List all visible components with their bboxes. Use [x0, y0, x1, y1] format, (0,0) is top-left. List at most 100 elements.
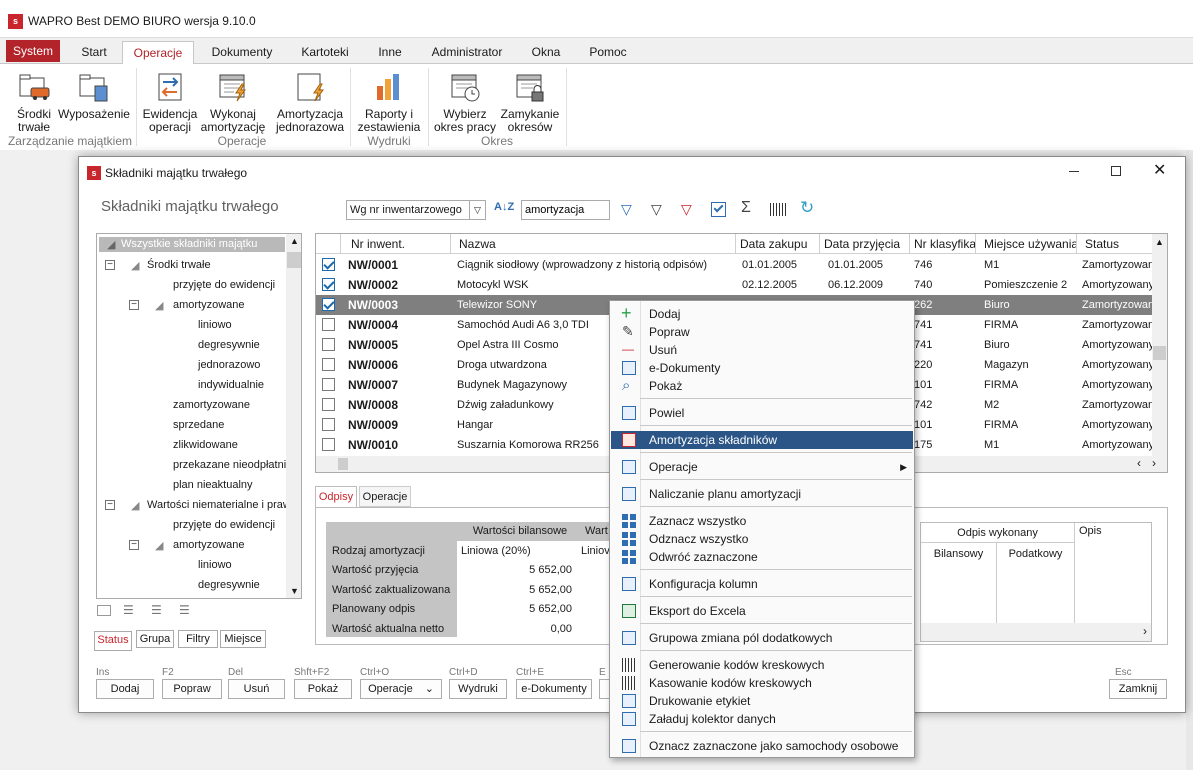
zamknij-button[interactable]: Zamknij [1109, 679, 1167, 699]
usun-button[interactable]: Usuń [228, 679, 285, 699]
tree-expand-icon[interactable]: ☰ [123, 603, 134, 617]
filter-clear-icon[interactable]: ▽ [681, 201, 692, 218]
menu-item-plus[interactable]: + Dodaj [611, 304, 913, 323]
sort-select[interactable]: Wg nr inwentarzowego ▽ [346, 200, 486, 220]
check-all-icon[interactable] [711, 202, 726, 217]
menu-item-list[interactable]: Operacje ▶ [611, 458, 913, 476]
tab-kartoteki[interactable]: Kartoteki [290, 41, 360, 63]
menu-item-plan[interactable]: Naliczanie planu amortyzacji [611, 485, 913, 503]
scroll-up-icon[interactable]: ▲ [1155, 237, 1164, 247]
menu-item-magnifier[interactable]: ⌕ Pokaż [611, 377, 913, 395]
tab-operacje[interactable]: Operacje [122, 41, 194, 66]
tree-root-expander[interactable]: ◢ [107, 238, 115, 251]
header-data-przyjecia[interactable]: Data przyjęcia [820, 234, 910, 254]
row-checkbox[interactable] [322, 358, 335, 371]
tree-item[interactable]: degresywnie [198, 339, 260, 351]
tree-item[interactable]: sprzedane [173, 419, 224, 431]
menu-item-document[interactable]: e-Dokumenty [611, 359, 913, 377]
menu-item-group-edit[interactable]: Grupowa zmiana pól dodatkowych [611, 629, 913, 647]
search-input[interactable] [521, 200, 610, 220]
tree-item[interactable]: Środki trwałe [147, 259, 211, 271]
menu-item-calculator[interactable]: Amortyzacja składników [611, 431, 913, 449]
menu-item-pencil[interactable]: ✎ Popraw [611, 323, 913, 341]
folder-icon[interactable] [97, 605, 111, 616]
barcode-icon[interactable] [770, 203, 788, 216]
pokaz-button[interactable]: Pokaż [294, 679, 352, 699]
tree-item[interactable]: liniowo [198, 319, 232, 331]
popraw-button[interactable]: Popraw [162, 679, 222, 699]
tree-item-root[interactable]: Wszystkie składniki majątku [121, 238, 257, 250]
menu-item-excel[interactable]: Eksport do Excela [611, 602, 913, 620]
filter-icon[interactable]: ▽ [651, 201, 662, 218]
menu-item-collector[interactable]: Załaduj kolektor danych [611, 710, 913, 728]
srodki-trwale-button[interactable]: Środki trwałe [10, 70, 58, 134]
tree-item[interactable]: indywidualnie [198, 379, 264, 391]
tab-filtry[interactable]: Filtry [178, 630, 218, 648]
row-checkbox[interactable] [322, 318, 335, 331]
tree-item[interactable]: amortyzowane [173, 539, 245, 551]
tab-miejsce[interactable]: Miejsce [220, 630, 266, 648]
tab-odpisy[interactable]: Odpisy [315, 486, 357, 508]
e-dokumenty-button[interactable]: e-Dokumenty [516, 679, 592, 699]
row-checkbox[interactable] [322, 438, 335, 451]
tree-item[interactable]: zamortyzowane [173, 399, 250, 411]
tab-pomoc[interactable]: Pomoc [580, 41, 636, 63]
minimize-icon[interactable] [1069, 171, 1079, 172]
header-nr-klasyfikacji[interactable]: Nr klasyfikac [910, 234, 976, 254]
tab-inne[interactable]: Inne [368, 41, 412, 63]
tab-status[interactable]: Status [94, 631, 132, 651]
zamykanie-okresow-button[interactable]: Zamykanie okresów [498, 70, 562, 134]
tree-item[interactable]: Wartości niematerialne i prawne [147, 499, 301, 511]
close-icon[interactable]: ✕ [1153, 160, 1166, 180]
tree-expander[interactable]: − [105, 500, 115, 510]
wybierz-okres-button[interactable]: Wybierz okres pracy [432, 70, 498, 134]
raporty-button[interactable]: Raporty i zestawienia [354, 70, 424, 134]
menu-item-barcode-delete[interactable]: Kasowanie kodów kreskowych [611, 674, 913, 692]
wyposazenie-button[interactable]: Wyposażenie [56, 70, 132, 121]
maximize-icon[interactable] [1111, 166, 1121, 176]
tree-item[interactable]: amortyzowane [173, 299, 245, 311]
menu-item-minus[interactable]: — Usuń [611, 341, 913, 359]
grid-hscrollbar[interactable]: › [921, 623, 1151, 641]
tree-add-icon[interactable]: ☰ [151, 603, 162, 617]
menu-item-car[interactable]: Oznacz zaznaczone jako samochody osobowe [611, 737, 913, 755]
amortyzacja-jednorazowa-button[interactable]: Amortyzacja jednorazowa [274, 70, 346, 134]
tree-expander[interactable]: − [129, 540, 139, 550]
scroll-down-icon[interactable]: ▼ [290, 586, 299, 596]
menu-item-select-all[interactable]: Zaznacz wszystko [611, 512, 913, 530]
menu-item-deselect-all[interactable]: Odznacz wszystko [611, 530, 913, 548]
menu-item-copy[interactable]: Powiel [611, 404, 913, 422]
wykonaj-amortyzacje-button[interactable]: Wykonaj amortyzację [200, 70, 266, 134]
filter-search-icon[interactable]: ▽ [621, 201, 632, 218]
tab-operacje[interactable]: Operacje [359, 486, 411, 507]
header-nazwa[interactable]: Nazwa [451, 234, 736, 254]
tree-scrollbar[interactable]: ▲ ▼ [286, 234, 301, 598]
table-vscrollbar[interactable]: ▲ [1152, 234, 1167, 456]
operacje-button[interactable]: Operacje ⌄ [360, 679, 442, 699]
menu-item-columns[interactable]: Konfiguracja kolumn [611, 575, 913, 593]
header-data-zakupu[interactable]: Data zakupu [736, 234, 820, 254]
tab-administrator[interactable]: Administrator [420, 41, 514, 63]
tree-item[interactable]: przyjęte do ewidencji [173, 519, 275, 531]
tree-item[interactable]: liniowo [198, 559, 232, 571]
row-checkbox[interactable] [322, 378, 335, 391]
row-checkbox[interactable] [322, 398, 335, 411]
dodaj-button[interactable]: Dodaj [96, 679, 154, 699]
tree-item[interactable]: przekazane nieodpłatnie [173, 459, 292, 471]
wydruki-button[interactable]: Wydruki [449, 679, 507, 699]
table-row[interactable]: NW/0001 Ciągnik siodłowy (wprowadzony z h… [316, 255, 1154, 275]
header-miejsce[interactable]: Miejsce używania [976, 234, 1077, 254]
scroll-up-icon[interactable]: ▲ [290, 236, 299, 246]
sort-az-icon[interactable]: A↓Z [494, 201, 514, 213]
row-checkbox[interactable] [322, 298, 335, 311]
tree-expander[interactable]: − [105, 260, 115, 270]
tab-system[interactable]: System [6, 40, 60, 62]
table-row[interactable]: NW/0002 Motocykl WSK 02.12.2005 06.12.2009 7… [316, 275, 1154, 295]
scroll-thumb[interactable] [338, 458, 348, 470]
menu-item-printer[interactable]: Drukowanie etykiet [611, 692, 913, 710]
row-checkbox[interactable] [322, 278, 335, 291]
menu-item-invert-selection[interactable]: Odwróć zaznaczone [611, 548, 913, 566]
menu-item-barcode[interactable]: Generowanie kodów kreskowych [611, 656, 913, 674]
scroll-right-icon[interactable]: › [1143, 624, 1147, 638]
tree-item[interactable]: przyjęte do ewidencji [173, 279, 275, 291]
